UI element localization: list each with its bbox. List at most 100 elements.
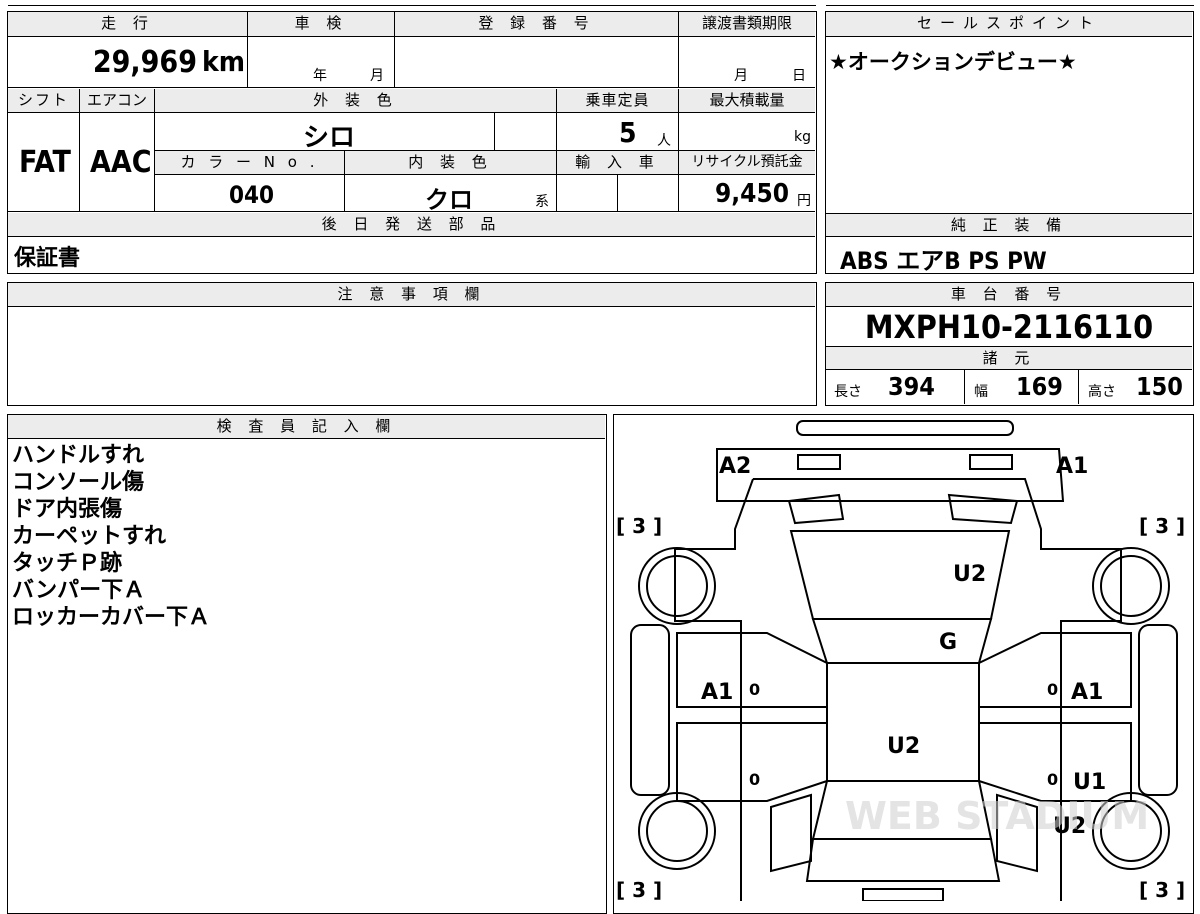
mileage-cell: 29,969 km	[8, 37, 248, 88]
registration-cell	[395, 37, 679, 88]
deadline-header: 譲渡書類期限	[679, 12, 815, 37]
mark-left-rear-door: A1	[701, 680, 733, 705]
interior-color-value: クロ	[425, 186, 473, 214]
interior-suffix: 系	[535, 194, 549, 210]
registration-header: 登 録 番 号	[395, 12, 679, 37]
shift-header: シフト	[8, 89, 80, 113]
specs-header: 諸 元	[826, 346, 1192, 370]
aircon-value: AAC	[90, 145, 152, 180]
recycle-cell: 9,450 円	[679, 175, 815, 212]
watermark: WEB STADIUM	[845, 794, 1149, 838]
mark-roof: U2	[953, 562, 986, 587]
spec-divider-1	[964, 370, 965, 404]
capacity-cell: 5 人	[557, 113, 679, 151]
rear-glass-shape	[811, 618, 993, 664]
tire-front-left-shape	[638, 792, 716, 870]
mark-tire-bottom-left: [ 3 ]	[616, 878, 662, 901]
tire-rear-right-inner	[1100, 555, 1162, 617]
max-load-cell: kg	[679, 113, 815, 151]
capacity-unit: 人	[657, 133, 671, 149]
tire-rear-right-shape	[1092, 547, 1170, 625]
inspector-notes-list: ハンドルすれ コンソール傷 ドア内張傷 カーペットすれ タッチＰ跡 バンパー下Ａ…	[12, 442, 210, 631]
left-skirt-shape	[630, 624, 670, 796]
length-value: 394	[888, 372, 935, 401]
mark-zero-1: 0	[749, 680, 760, 699]
mark-tire-top-left: [ 3 ]	[616, 514, 662, 538]
shaken-month-label: 月	[370, 68, 384, 84]
cabin-roof-shape	[826, 662, 980, 782]
capacity-header: 乗車定員	[557, 89, 679, 113]
genuine-equipment-header: 純 正 装 備	[826, 213, 1192, 237]
deadline-cell: 月 日	[679, 37, 815, 88]
later-parts-header: 後 日 発 送 部 品	[8, 213, 815, 237]
tire-front-left-inner	[646, 800, 708, 862]
mark-rear-right: A1	[1056, 454, 1088, 479]
mark-zero-2: 0	[749, 770, 760, 789]
color-no-cell: 040	[155, 175, 345, 212]
mark-zero-3: 0	[1047, 680, 1058, 699]
interior-color-cell: クロ 系	[345, 175, 557, 214]
deadline-day-label: 日	[792, 68, 806, 84]
notes-box: 注 意 事 項 欄	[7, 282, 817, 406]
chassis-no-header: 車 台 番 号	[826, 283, 1192, 307]
shaken-year-label: 年	[313, 68, 327, 84]
rear-lamp-left-shape	[797, 454, 841, 470]
inspector-header: 検 査 員 記 入 欄	[8, 415, 605, 439]
front-grille-shape	[862, 888, 944, 901]
height-label: 高さ	[1088, 384, 1116, 400]
right-skirt-shape	[1138, 624, 1178, 796]
mileage-value: 29,969	[92, 45, 197, 80]
right-front-door-shape	[978, 722, 1132, 802]
tire-rear-left-inner	[646, 555, 708, 617]
rear-lamp-right-shape	[969, 454, 1013, 470]
aircon-cell: AAC	[80, 113, 155, 212]
inspector-note: ドア内張傷	[12, 497, 123, 522]
mileage-unit: km	[202, 45, 245, 78]
aircon-header: エアコン	[80, 89, 155, 113]
genuine-equipment-value: ABS エアB PS PW	[840, 247, 1047, 275]
tire-rear-left-shape	[638, 547, 716, 625]
mark-tire-top-right: [ 3 ]	[1139, 514, 1185, 538]
width-value: 169	[1016, 372, 1063, 401]
vehicle-info-table: 走 行 車 検 登 録 番 号 譲渡書類期限 29,969 km 年 月 月 日…	[7, 11, 817, 274]
left-front-door-shape	[676, 722, 828, 802]
shift-value: FAT	[19, 145, 71, 180]
recycle-header: リサイクル預託金	[679, 151, 815, 175]
width-label: 幅	[974, 384, 988, 400]
rear-quarter-window-left	[787, 493, 845, 525]
inspector-box: 検 査 員 記 入 欄 ハンドルすれ コンソール傷 ドア内張傷 カーペットすれ …	[7, 414, 607, 914]
color-no-value: 040	[229, 181, 275, 209]
rear-quarter-window-right	[947, 493, 1019, 525]
top-strip-left	[8, 0, 816, 6]
later-parts-value: 保証書	[14, 246, 81, 271]
import-header: 輸 入 車	[557, 151, 679, 175]
mark-right-rear-door: A1	[1071, 680, 1103, 705]
notes-header: 注 意 事 項 欄	[8, 283, 815, 307]
shift-cell: FAT	[8, 113, 80, 212]
inspector-note: ハンドルすれ	[12, 443, 145, 468]
deadline-month-label: 月	[734, 68, 748, 84]
recycle-unit: 円	[797, 193, 811, 209]
sales-point-value: ★オークションデビュー★	[829, 50, 1077, 74]
exterior-color-header: 外 装 色	[155, 89, 557, 113]
shaken-header: 車 検	[248, 12, 395, 37]
car-diagram: A2 A1 [ 3 ] [ 3 ] [ 3 ] [ 3 ] U2 G A1 A1…	[616, 420, 1185, 901]
recycle-value: 9,450	[715, 179, 789, 209]
spoiler-shape	[796, 420, 1014, 436]
chassis-no-value: MXPH10-2116110	[864, 308, 1154, 346]
hood-shape	[805, 838, 1001, 882]
shaken-cell: 年 月	[248, 37, 395, 88]
car-diagram-box: A2 A1 [ 3 ] [ 3 ] [ 3 ] [ 3 ] U2 G A1 A1…	[613, 414, 1194, 914]
interior-color-header: 内 装 色	[345, 151, 557, 175]
top-strip-right	[826, 0, 1194, 6]
import-cell-b	[618, 175, 679, 212]
inspector-note: タッチＰ跡	[12, 551, 123, 576]
inspector-note: コンソール傷	[12, 470, 145, 495]
mark-cabin-roof: U2	[887, 734, 920, 759]
capacity-value: 5	[619, 116, 637, 149]
color-no-header: カ ラ ー N o .	[155, 151, 345, 175]
mark-rear-left: A2	[719, 454, 751, 479]
inspector-note: バンパー下Ａ	[12, 578, 146, 603]
mileage-header: 走 行	[8, 12, 248, 37]
mark-zero-4: 0	[1047, 770, 1058, 789]
